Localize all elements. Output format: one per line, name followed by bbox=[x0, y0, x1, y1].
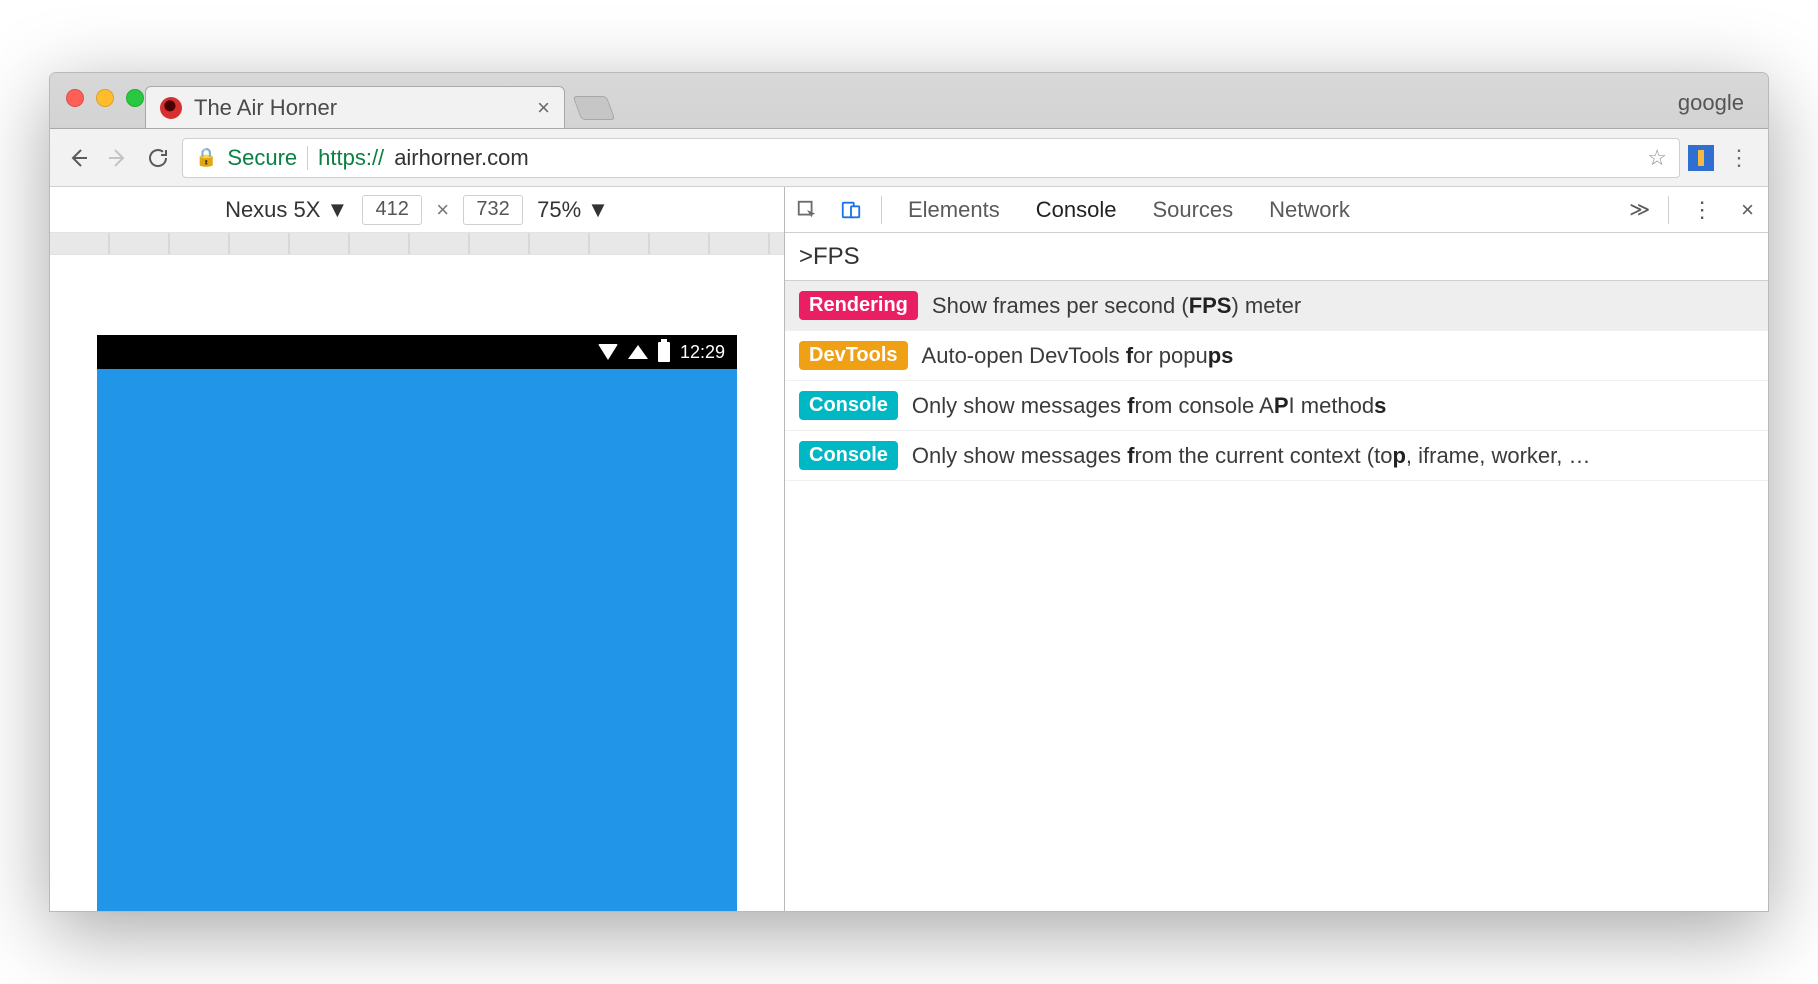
command-menu-item[interactable]: Console Only show messages from console A… bbox=[785, 381, 1768, 431]
command-menu-item[interactable]: Rendering Show frames per second (FPS) me… bbox=[785, 281, 1768, 331]
zoom-select[interactable]: 75% ▼ bbox=[537, 197, 609, 223]
category-badge: Console bbox=[799, 391, 898, 420]
tab-console[interactable]: Console bbox=[1018, 187, 1135, 232]
device-stage: 12:29 bbox=[50, 255, 784, 911]
ruler bbox=[50, 233, 784, 255]
bookmark-star-icon[interactable]: ☆ bbox=[1647, 145, 1667, 171]
category-badge: DevTools bbox=[799, 341, 908, 370]
browser-tab[interactable]: The Air Horner × bbox=[145, 86, 565, 128]
divider bbox=[307, 146, 308, 170]
content-area: Nexus 5X ▼ × 75% ▼ bbox=[50, 187, 1768, 911]
command-menu-item-label: Only show messages from the current cont… bbox=[912, 443, 1591, 469]
chevron-down-icon: ▼ bbox=[587, 197, 609, 223]
command-menu-item-label: Auto-open DevTools for popups bbox=[922, 343, 1234, 369]
zoom-value: 75% bbox=[537, 197, 581, 223]
command-menu-item[interactable]: Console Only show messages from the curre… bbox=[785, 431, 1768, 481]
chrome-window: The Air Horner × google 🔒 bbox=[49, 72, 1769, 912]
favicon-icon bbox=[160, 97, 182, 119]
device-select[interactable]: Nexus 5X ▼ bbox=[225, 197, 348, 223]
url-scheme: https:// bbox=[318, 145, 384, 171]
reload-icon bbox=[146, 146, 170, 170]
chevron-down-icon: ▼ bbox=[326, 197, 348, 223]
wifi-icon bbox=[598, 344, 618, 360]
address-bar[interactable]: 🔒 Secure https:// airhorner.com ☆ bbox=[182, 138, 1680, 178]
command-menu-results: Rendering Show frames per second (FPS) me… bbox=[785, 281, 1768, 481]
command-menu-item-label: Show frames per second (FPS) meter bbox=[932, 293, 1301, 319]
tab-title: The Air Horner bbox=[194, 95, 337, 121]
forward-button[interactable] bbox=[102, 142, 134, 174]
device-toolbar: Nexus 5X ▼ × 75% ▼ bbox=[50, 187, 784, 233]
window-close-button[interactable] bbox=[66, 89, 84, 107]
devtools-tabbar: Elements Console Sources Network ≫ ⋮ × bbox=[785, 187, 1768, 233]
tab-strip: The Air Horner × google bbox=[50, 73, 1768, 129]
devtools-panel: Elements Console Sources Network ≫ ⋮ × >… bbox=[785, 187, 1768, 911]
divider bbox=[1668, 196, 1669, 224]
command-menu-item-label: Only show messages from console API meth… bbox=[912, 393, 1386, 419]
device-viewport-pane: Nexus 5X ▼ × 75% ▼ bbox=[50, 187, 785, 911]
command-menu-value: >FPS bbox=[799, 243, 860, 271]
profile-label[interactable]: google bbox=[1678, 90, 1744, 116]
devtools-close-button[interactable]: × bbox=[1727, 197, 1768, 223]
more-tabs-button[interactable]: ≫ bbox=[1619, 197, 1660, 222]
arrow-left-icon bbox=[66, 146, 90, 170]
device-height-input[interactable] bbox=[463, 195, 523, 225]
devtools-menu-button[interactable]: ⋮ bbox=[1677, 197, 1727, 223]
command-menu-input[interactable]: >FPS bbox=[785, 233, 1768, 281]
tab-elements[interactable]: Elements bbox=[890, 187, 1018, 232]
phone-status-bar: 12:29 bbox=[97, 335, 737, 369]
tab-close-button[interactable]: × bbox=[537, 95, 550, 121]
browser-toolbar: 🔒 Secure https:// airhorner.com ☆ ⋮ bbox=[50, 129, 1768, 187]
tab-sources[interactable]: Sources bbox=[1134, 187, 1251, 232]
inspect-icon bbox=[796, 199, 818, 221]
new-tab-button[interactable] bbox=[573, 96, 616, 120]
inspect-element-button[interactable] bbox=[785, 199, 829, 221]
window-controls bbox=[66, 89, 144, 107]
emulated-phone[interactable]: 12:29 bbox=[97, 335, 737, 911]
tab-network[interactable]: Network bbox=[1251, 187, 1368, 232]
back-button[interactable] bbox=[62, 142, 94, 174]
reload-button[interactable] bbox=[142, 142, 174, 174]
url-host: airhorner.com bbox=[394, 145, 529, 171]
category-badge: Console bbox=[799, 441, 898, 470]
lock-icon: 🔒 bbox=[195, 147, 217, 168]
command-menu-item[interactable]: DevTools Auto-open DevTools for popups bbox=[785, 331, 1768, 381]
chrome-menu-button[interactable]: ⋮ bbox=[1722, 145, 1756, 171]
divider bbox=[881, 196, 882, 224]
arrow-right-icon bbox=[106, 146, 130, 170]
signal-icon bbox=[628, 345, 648, 359]
device-icon bbox=[840, 199, 862, 221]
device-width-input[interactable] bbox=[362, 195, 422, 225]
window-maximize-button[interactable] bbox=[126, 89, 144, 107]
phone-clock: 12:29 bbox=[680, 342, 725, 363]
extension-lighthouse-icon[interactable] bbox=[1688, 145, 1714, 171]
battery-icon bbox=[658, 342, 670, 362]
device-name: Nexus 5X bbox=[225, 197, 320, 223]
category-badge: Rendering bbox=[799, 291, 918, 320]
device-mode-toggle[interactable] bbox=[829, 199, 873, 221]
window-minimize-button[interactable] bbox=[96, 89, 114, 107]
secure-label: Secure bbox=[227, 145, 297, 171]
times-icon: × bbox=[436, 197, 449, 223]
